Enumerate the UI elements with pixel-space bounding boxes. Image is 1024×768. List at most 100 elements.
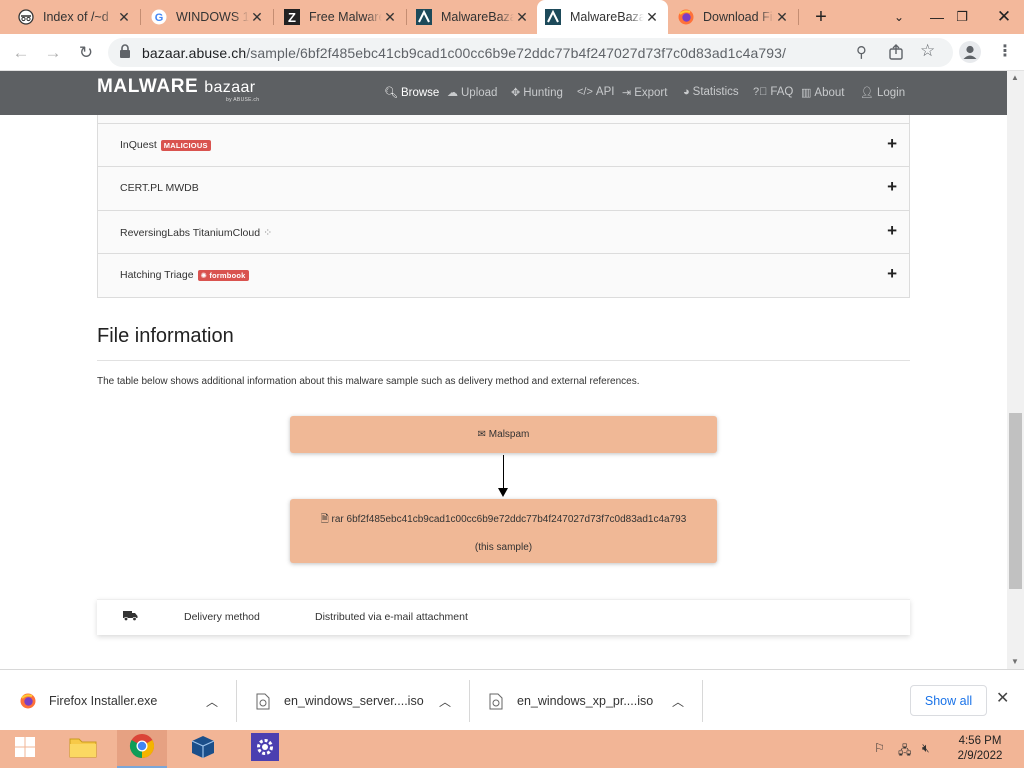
close-icon[interactable]: ✕ <box>382 9 398 26</box>
menu-kebab-icon[interactable]: ⋮ <box>997 41 1013 61</box>
chevron-up-icon[interactable]: ︿ <box>439 693 451 710</box>
tab-malwarebazaar-1[interactable]: MalwareBazaar ✕ <box>408 0 538 34</box>
google-icon: G <box>151 9 167 25</box>
tab-index-of[interactable]: Index of /~d ✕ <box>10 0 140 34</box>
z-logo-icon: Z <box>284 9 300 25</box>
start-button[interactable] <box>0 730 50 768</box>
nav-hunting[interactable]: ✥ Hunting <box>511 86 563 100</box>
volume-muted-icon[interactable]: 🔇︎ <box>922 741 930 756</box>
tab-title: MalwareBazaar <box>570 10 644 24</box>
network-icon[interactable]: 🖧︎ <box>898 741 911 762</box>
building-icon: ▥ <box>801 87 812 99</box>
envelope-icon: ✉ <box>477 429 487 440</box>
tab-search-chevron-icon[interactable]: ⌄ <box>879 0 919 34</box>
forward-button[interactable]: → <box>40 40 66 66</box>
accordion-row-certpl[interactable]: CERT.PL MWDB + <box>98 166 909 209</box>
scrollbar-thumb[interactable] <box>1009 413 1022 589</box>
download-item[interactable]: en_windows_server....iso ︿ <box>255 679 465 723</box>
nav-upload[interactable]: ☁ Upload <box>447 86 497 100</box>
nav-faq[interactable]: ?⃝ FAQ <box>753 86 793 98</box>
close-icon[interactable]: ✕ <box>116 9 132 26</box>
browser-toolbar: ← → ↻ bazaar.abuse.ch/sample/6bf2f485ebc… <box>0 34 1024 71</box>
svg-text:G: G <box>155 12 164 24</box>
show-all-downloads-button[interactable]: Show all <box>910 685 987 716</box>
tab-windows-10[interactable]: G WINDOWS 10 ✕ <box>143 0 273 34</box>
hunting-icon: ✥ <box>511 87 521 99</box>
chevron-up-icon[interactable]: ︿ <box>672 693 684 710</box>
download-filename: en_windows_server....iso <box>284 694 424 708</box>
chevron-up-icon[interactable]: ︿ <box>206 693 218 710</box>
family-badge: ✺ formbook <box>197 269 249 281</box>
download-filename: en_windows_xp_pr....iso <box>517 694 654 708</box>
code-icon: </> <box>577 86 593 98</box>
virtualbox-icon <box>190 734 216 765</box>
vendor-name: Hatching Triage <box>120 269 194 281</box>
incognito-spy-icon <box>18 9 34 25</box>
lock-icon[interactable] <box>119 44 131 64</box>
close-icon[interactable]: ✕ <box>249 9 265 26</box>
download-item[interactable]: Firefox Installer.exe ︿ <box>20 679 230 723</box>
accordion-row-reversinglabs[interactable]: ReversingLabs TitaniumCloud ⁘ + <box>98 210 909 253</box>
nav-browse[interactable]: 🔍︎ Browse <box>384 86 439 100</box>
vendor-name: CERT.PL MWDB <box>120 182 199 194</box>
url-text: bazaar.abuse.ch/sample/6bf2f485ebc41cb9c… <box>142 45 786 61</box>
verdict-badge: Malicious <box>160 139 211 151</box>
system-clock[interactable]: 4:56 PM 2/9/2022 <box>948 734 1012 764</box>
disc-image-file-icon <box>488 692 504 710</box>
vendor-name: InQuest <box>120 139 157 151</box>
taskbar-chrome[interactable] <box>117 730 167 768</box>
nav-about[interactable]: ▥ About <box>801 86 844 100</box>
zoom-search-icon[interactable]: ⚲ <box>856 43 867 61</box>
action-center-flag-icon[interactable]: ⚐ <box>874 741 885 755</box>
close-icon[interactable]: ✕ <box>644 9 660 26</box>
address-bar[interactable]: bazaar.abuse.ch/sample/6bf2f485ebc41cb9c… <box>108 38 953 67</box>
nav-login[interactable]: 👤︎ Login <box>860 86 905 100</box>
nav-api[interactable]: </> API <box>577 86 614 98</box>
flow-node-label: rar 6bf2f485ebc41cb9cad1c00cc6b9e72ddc77… <box>331 514 687 525</box>
tab-malwarebazaar-active[interactable]: MalwareBazaar ✕ <box>537 0 668 34</box>
logo-text-main: MALWARE <box>97 76 199 97</box>
site-logo[interactable]: MALWARE bazaar <box>97 76 256 98</box>
scroll-up-arrow-icon[interactable]: ▲ <box>1011 73 1019 82</box>
new-tab-button[interactable]: + <box>801 0 841 34</box>
window-close-button[interactable]: ✕ <box>984 0 1024 34</box>
back-button[interactable]: ← <box>8 40 34 66</box>
taskbar-settings-app[interactable] <box>240 730 290 768</box>
pie-chart-icon: ◕ <box>683 86 690 98</box>
windows-taskbar: ⚐ 🖧︎ 🔇︎ 4:56 PM 2/9/2022 <box>0 730 1024 768</box>
flow-node-this-sample: 🗎︎ rar 6bf2f485ebc41cb9cad1c00cc6b9e72dd… <box>290 499 717 563</box>
tab-free-malware[interactable]: Z Free Malware ✕ <box>276 0 406 34</box>
file-archive-icon: 🗎︎ <box>320 514 329 525</box>
share-icon[interactable] <box>888 44 904 65</box>
nav-export[interactable]: ⇥ Export <box>622 86 667 100</box>
expand-plus-icon[interactable]: + <box>887 221 897 241</box>
delivery-method-label: Delivery method <box>184 611 260 623</box>
close-icon[interactable]: ✕ <box>774 9 790 26</box>
cloud-upload-icon: ☁ <box>447 87 458 99</box>
taskbar-file-explorer[interactable] <box>58 730 108 768</box>
bookmark-star-icon[interactable]: ☆ <box>920 41 935 61</box>
malwarebazaar-icon <box>416 9 432 25</box>
page-content: InQuest Malicious + CERT.PL MWDB + Revers… <box>0 115 1007 669</box>
nav-statistics[interactable]: ◕ Statistics <box>683 86 739 98</box>
logo-byline: by ABUSE.ch <box>226 97 260 103</box>
scroll-down-arrow-icon[interactable]: ▼ <box>1011 657 1019 666</box>
download-item[interactable]: en_windows_xp_pr....iso ︿ <box>488 679 698 723</box>
tab-download-firefox[interactable]: Download Firefox ✕ <box>670 0 798 34</box>
download-filename: Firefox Installer.exe <box>49 694 158 708</box>
url-domain: bazaar.abuse.ch <box>142 45 247 61</box>
accordion-row-hatching-triage[interactable]: Hatching Triage ✺ formbook + <box>98 253 909 296</box>
page-scrollbar[interactable]: ▲ ▼ <box>1007 71 1024 669</box>
expand-plus-icon[interactable]: + <box>887 177 897 197</box>
close-download-shelf-icon[interactable]: ✕ <box>996 688 1009 708</box>
expand-plus-icon[interactable]: + <box>887 264 897 284</box>
clock-date: 2/9/2022 <box>957 750 1003 762</box>
heading-divider <box>97 360 910 361</box>
accordion-row-inquest[interactable]: InQuest Malicious + <box>98 123 909 166</box>
close-icon[interactable]: ✕ <box>514 9 530 26</box>
expand-plus-icon[interactable]: + <box>887 134 897 154</box>
restore-button[interactable]: ❐ <box>942 0 982 34</box>
taskbar-virtualbox[interactable] <box>178 730 228 768</box>
profile-avatar-icon[interactable] <box>959 41 981 68</box>
reload-button[interactable]: ↻ <box>73 40 99 66</box>
